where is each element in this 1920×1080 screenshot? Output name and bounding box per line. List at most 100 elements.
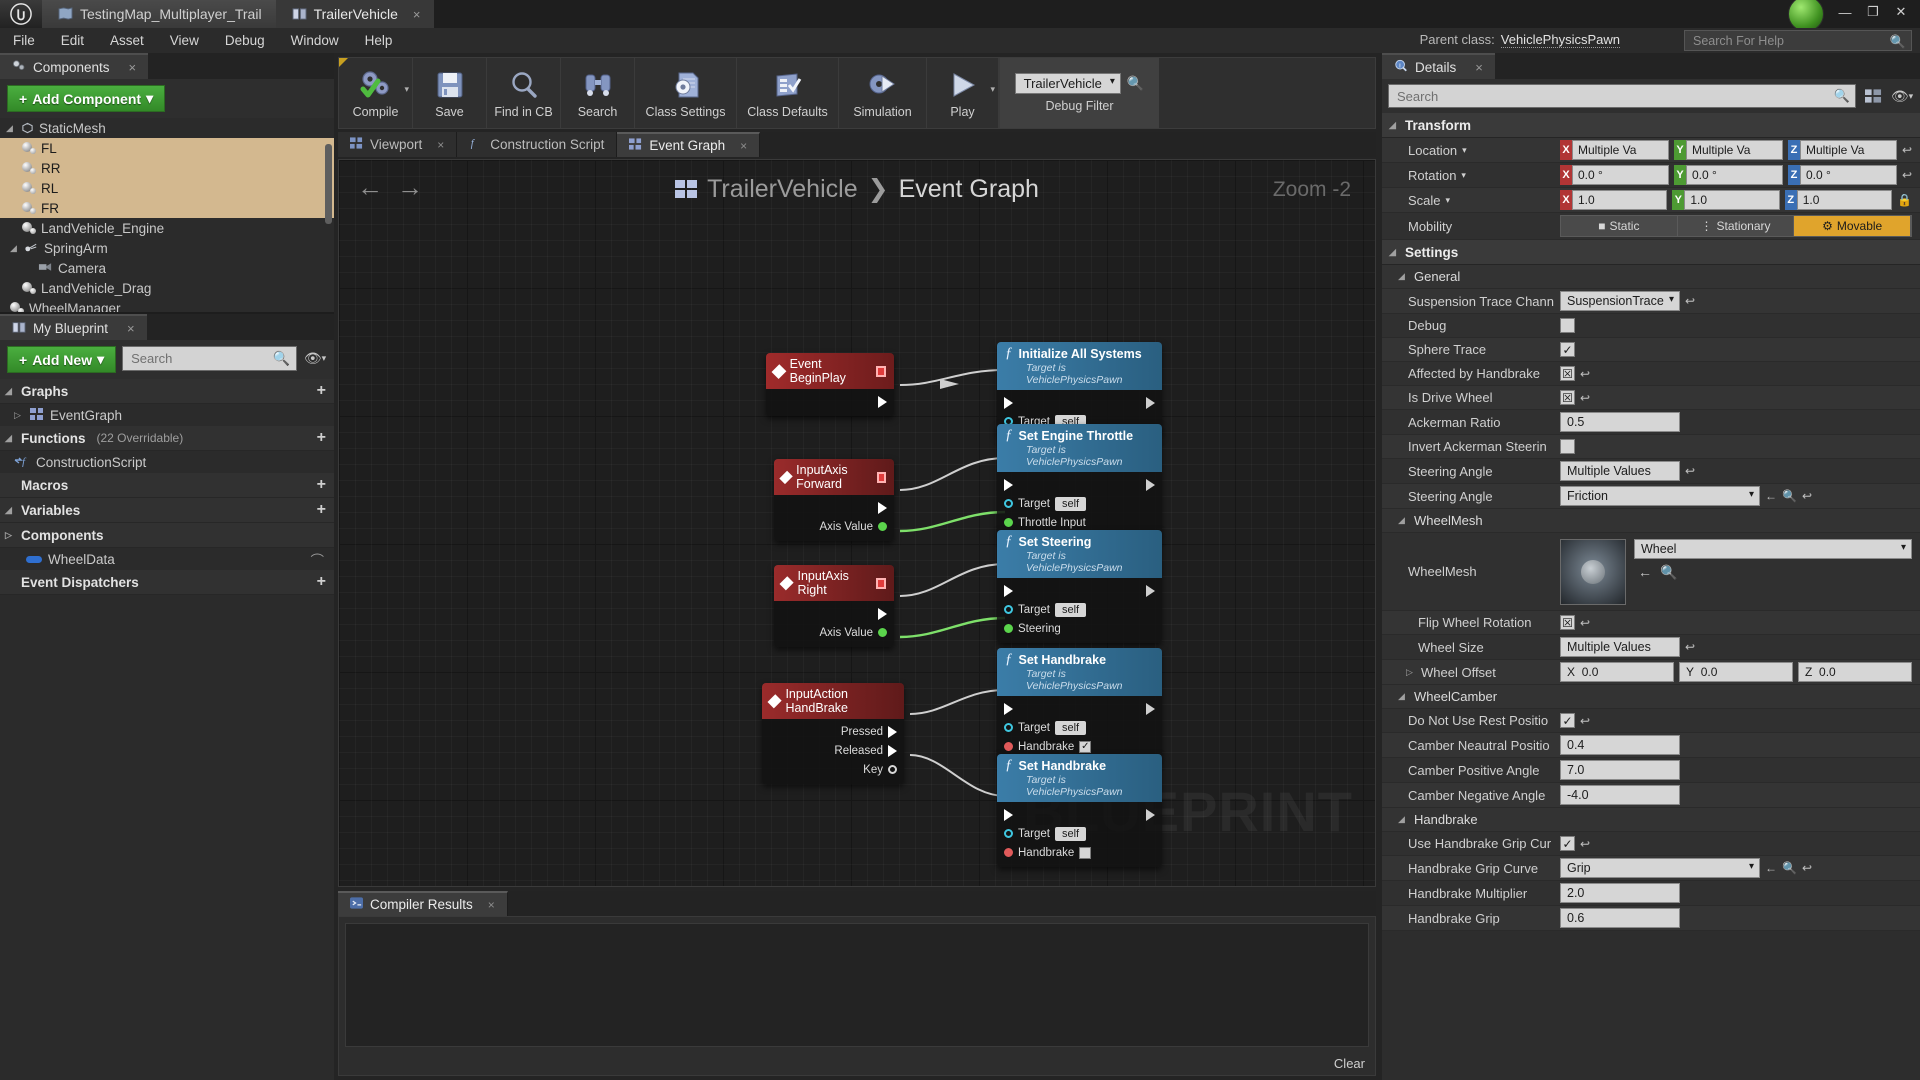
stop-icon[interactable] [876, 471, 886, 483]
add-new-button[interactable]: + Add New ▾ [7, 346, 117, 373]
toolbar-play-button[interactable]: Play ▾ [927, 58, 999, 128]
location-y-input[interactable]: Multiple Va [1685, 140, 1783, 160]
tab-construction-script[interactable]: f Construction Script [457, 132, 618, 157]
details-properties-scroll[interactable]: ◢ Transform Location ▾ X Multiple Va Y Mul… [1382, 113, 1920, 1080]
tab-viewport[interactable]: Viewport × [338, 132, 458, 157]
target-in-pin[interactable] [1004, 829, 1013, 838]
revert-icon[interactable]: ↩ [1802, 489, 1812, 503]
suspension-trace-channel-select[interactable]: SuspensionTrace [1560, 291, 1680, 311]
invert-ackerman-steering-checkbox[interactable] [1560, 439, 1575, 454]
expander-icon[interactable]: ◢ [5, 386, 15, 397]
node-set-steering[interactable]: ƒ Set Steering Target is VehiclePhysicsP… [997, 530, 1162, 643]
target-in-pin[interactable] [1004, 499, 1013, 508]
function-item-constructionscript[interactable]: f ConstructionScript [0, 451, 334, 473]
ackerman-ratio-input[interactable]: 0.5 [1560, 412, 1680, 432]
clear-log-button[interactable]: Clear [1334, 1056, 1365, 1071]
scale-y-input[interactable]: 1.0 [1684, 190, 1780, 210]
revert-icon[interactable]: ↩ [1902, 168, 1912, 182]
wheel-offset-z-input[interactable]: Z 0.0 [1798, 662, 1912, 682]
menu-debug[interactable]: Debug [212, 28, 278, 53]
use-handbrake-grip-curve-checkbox[interactable]: ✓ [1560, 836, 1575, 851]
tree-item-wheelmanager[interactable]: WheelManager_ [0, 298, 334, 312]
target-in-pin[interactable] [1004, 605, 1013, 614]
key-out-pin[interactable] [888, 765, 897, 774]
revert-icon[interactable]: ↩ [1580, 367, 1590, 381]
is-drive-wheel-checkbox[interactable]: ☒ [1560, 390, 1575, 405]
stop-icon[interactable] [875, 365, 886, 377]
tree-item-fl[interactable]: FL [0, 138, 334, 158]
throttle-input-pin[interactable] [1004, 518, 1013, 527]
target-value[interactable]: self [1054, 826, 1087, 841]
mobility-movable-button[interactable]: ⚙ Movable [1794, 216, 1912, 236]
toolbar-compile-button[interactable]: Compile ▾ [339, 58, 413, 128]
rotation-y-input[interactable]: 0.0 ° [1685, 165, 1783, 185]
menu-file[interactable]: File [0, 28, 48, 53]
category-macros[interactable]: Macros + [0, 473, 334, 498]
rotation-y[interactable]: Y 0.0 ° [1673, 165, 1783, 185]
pressed-out-pin[interactable] [888, 725, 897, 738]
minimize-icon[interactable]: — [1832, 2, 1858, 22]
back-arrow-icon[interactable]: ← [1765, 861, 1777, 875]
browse-icon[interactable]: 🔍 [1782, 489, 1797, 503]
back-arrow-icon[interactable]: ← [357, 174, 383, 200]
close-window-icon[interactable]: ✕ [1888, 2, 1914, 22]
revert-icon[interactable]: ↩ [1902, 143, 1912, 157]
menu-asset[interactable]: Asset [97, 28, 157, 53]
camber-neutral-position-input[interactable]: 0.4 [1560, 735, 1680, 755]
subsection-wheelmesh[interactable]: ◢ WheelMesh [1382, 509, 1920, 533]
revert-icon[interactable]: ↩ [1580, 616, 1590, 630]
node-set-handbrake-pressed[interactable]: ƒ Set Handbrake Target is VehiclePhysics… [997, 648, 1162, 761]
handbrake-in-pin[interactable] [1004, 848, 1013, 857]
node-set-engine-throttle[interactable]: ƒ Set Engine Throttle Target is VehicleP… [997, 424, 1162, 537]
exec-out-pin[interactable] [878, 501, 887, 514]
expander-icon[interactable]: ◢ [1398, 271, 1408, 282]
category-components-vars[interactable]: ▷ Components [0, 523, 334, 548]
maximize-icon[interactable]: ❐ [1860, 2, 1886, 22]
tab-components[interactable]: Components × [0, 53, 149, 79]
exec-out-pin[interactable] [1146, 808, 1155, 821]
scale-y[interactable]: Y 1.0 [1672, 190, 1780, 210]
wheel-size-input[interactable]: Multiple Values [1560, 637, 1680, 657]
exec-out-pin[interactable] [878, 395, 887, 408]
exec-in-pin[interactable] [1004, 478, 1013, 491]
breadcrumb-root[interactable]: TrailerVehicle [707, 175, 858, 204]
target-value[interactable]: self [1054, 496, 1087, 511]
wheel-offset-y[interactable]: Y 0.0 [1679, 662, 1793, 682]
exec-out-pin[interactable] [1146, 584, 1155, 597]
category-event-dispatchers[interactable]: Event Dispatchers + [0, 570, 334, 595]
sphere-trace-checkbox[interactable]: ✓ [1560, 342, 1575, 357]
exec-in-pin[interactable] [1004, 808, 1013, 821]
camber-positive-angle-input[interactable]: 7.0 [1560, 760, 1680, 780]
toolbar-save-button[interactable]: Save [413, 58, 487, 128]
wheel-offset-x-input[interactable]: X 0.0 [1560, 662, 1674, 682]
stop-icon[interactable] [875, 577, 886, 589]
tree-item-rl[interactable]: RL [0, 178, 334, 198]
wheel-offset-y-input[interactable]: Y 0.0 [1679, 662, 1793, 682]
add-graph-button[interactable]: + [317, 382, 326, 400]
tree-item-landvehicle-drag[interactable]: LandVehicle_Drag [0, 278, 334, 298]
exec-out-pin[interactable] [1146, 702, 1155, 715]
expander-icon[interactable]: ▷ [1406, 667, 1416, 678]
axis-value-out-pin[interactable] [878, 522, 887, 531]
editor-tab-map[interactable]: TestingMap_Multiplayer_Trail [42, 0, 276, 28]
details-search-input[interactable]: Search 🔍 [1388, 84, 1856, 108]
expander-icon[interactable]: ◢ [5, 505, 15, 516]
revert-icon[interactable]: ↩ [1685, 640, 1695, 654]
my-blueprint-search-input[interactable]: Search 🔍 [122, 346, 297, 371]
visibility-icon[interactable]: 👁 ▾ [303, 346, 327, 370]
revert-icon[interactable]: ↩ [1685, 294, 1695, 308]
axis-value-out-pin[interactable] [878, 628, 887, 637]
browse-icon[interactable]: 🔍 [1782, 861, 1797, 875]
camber-negative-angle-input[interactable]: -4.0 [1560, 785, 1680, 805]
steering-angle-curve-select[interactable]: Friction [1560, 486, 1760, 506]
close-icon[interactable]: × [1475, 60, 1483, 75]
add-macro-button[interactable]: + [317, 476, 326, 494]
exec-in-pin[interactable] [1004, 702, 1013, 715]
exec-in-pin[interactable] [1004, 396, 1013, 409]
toolbar-search-button[interactable]: Search [561, 58, 635, 128]
node-initialize-all-systems[interactable]: ƒ Initialize All Systems Target is Vehic… [997, 342, 1162, 436]
steering-input-pin[interactable] [1004, 624, 1013, 633]
add-component-button[interactable]: + Add Component ▾ [7, 85, 166, 112]
tree-item-landvehicle-engine[interactable]: LandVehicle_Engine [0, 218, 334, 238]
handbrake-grip-input[interactable]: 0.6 [1560, 908, 1680, 928]
